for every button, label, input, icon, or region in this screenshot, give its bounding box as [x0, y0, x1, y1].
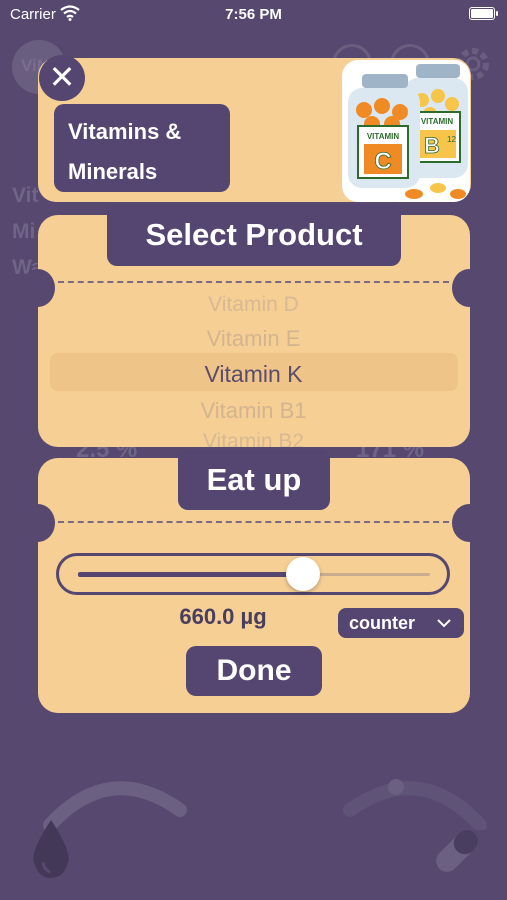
svg-text:C: C	[374, 148, 391, 175]
battery-icon	[469, 7, 498, 20]
picker-item[interactable]: Vitamin D	[0, 293, 507, 317]
bottle-b-label: VITAMIN	[421, 117, 454, 126]
picker-item[interactable]: Vitamin E	[0, 326, 507, 352]
unit-dropdown[interactable]: counter	[338, 608, 464, 638]
ticket-notch-right	[452, 504, 486, 542]
close-icon: ✕	[48, 59, 76, 95]
category-title: Vitamins & Minerals	[54, 104, 230, 192]
svg-text:12: 12	[447, 135, 456, 144]
pill-icon	[436, 830, 478, 872]
eat-up-title: Eat up	[178, 449, 330, 510]
picker-item-selected[interactable]: Vitamin K	[0, 361, 507, 388]
picker-item[interactable]: Vitamin B2	[0, 430, 507, 447]
status-bar: Carrier 7:56 PM	[0, 0, 507, 30]
amount-value: 660.0 µg	[179, 604, 267, 629]
ticket-divider	[58, 521, 449, 523]
clock: 7:56 PM	[225, 6, 282, 23]
water-drop-icon	[33, 820, 69, 878]
slider-fill	[78, 572, 311, 577]
picker-item[interactable]: Vitamin B1	[0, 398, 507, 424]
vitamins-logo-image: VITAMIN B 12 VITAMIN C	[342, 60, 470, 202]
unit-dropdown-value: counter	[349, 613, 416, 633]
select-product-title: Select Product	[107, 204, 401, 266]
bg-gauge-right	[343, 779, 487, 830]
bg-label-vitamins: Vit	[12, 184, 39, 207]
bottle-c-label: VITAMIN	[367, 132, 400, 141]
svg-text:B: B	[424, 133, 440, 158]
bg-gauge-left	[43, 781, 187, 830]
chevron-down-icon	[437, 619, 451, 628]
bg-label-minerals: Mi	[12, 220, 36, 243]
done-button[interactable]: Done	[186, 646, 322, 696]
close-button[interactable]: ✕	[39, 55, 85, 101]
ticket-notch-left	[21, 504, 55, 542]
ticket-divider	[58, 281, 449, 283]
